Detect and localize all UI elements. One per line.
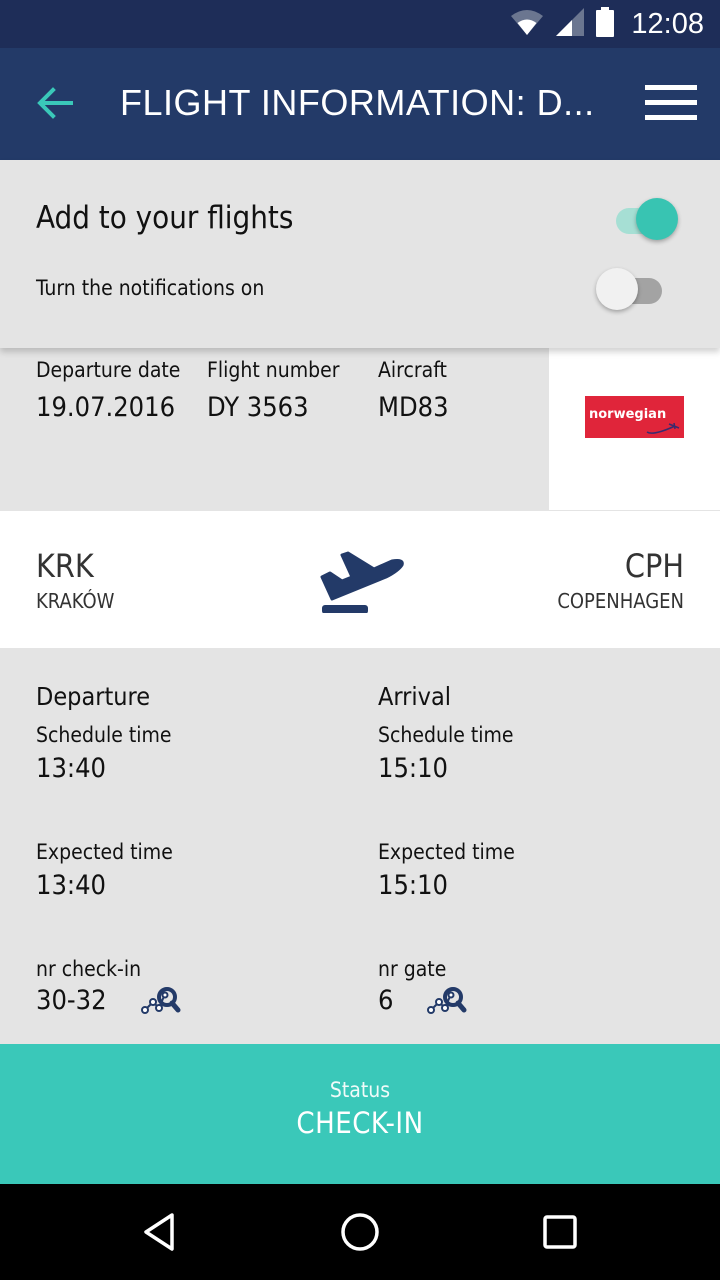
flight-status-panel: Status CHECK-IN [0, 1044, 720, 1184]
flight-info: Departure date 19.07.2016 Flight number … [0, 348, 720, 510]
add-to-flights-switch[interactable] [610, 197, 680, 241]
arrival-schedule-value: 15:10 [378, 753, 448, 784]
status-value: CHECK-IN [296, 1106, 424, 1140]
home-circle-icon [340, 1212, 380, 1256]
status-bar: 12:08 [0, 0, 720, 48]
arrival-expected-label: Expected time [378, 840, 515, 864]
nav-back-button[interactable] [136, 1210, 184, 1258]
departure-heading: Departure [36, 682, 151, 711]
status-label: Status [329, 1078, 391, 1102]
destination-code: CPH [624, 547, 684, 585]
times-panel: Departure Schedule time 13:40 Expected t… [0, 648, 720, 1044]
flight-number: Flight number DY 3563 [207, 358, 340, 423]
destination: CPH COPENHAGEN [557, 547, 684, 613]
arrival-expected-value: 15:10 [378, 870, 448, 901]
aircraft: Aircraft MD83 [378, 358, 449, 423]
gate-value: 6 [378, 985, 394, 1016]
notifications-switch[interactable] [594, 267, 664, 311]
departure-column: Departure Schedule time 13:40 Expected t… [36, 682, 181, 1016]
map-search-icon[interactable] [427, 986, 467, 1016]
arrival-heading: Arrival [378, 682, 452, 711]
gate-label: nr gate [378, 957, 447, 981]
back-button[interactable] [30, 80, 80, 130]
flight-number-label: Flight number [207, 358, 340, 382]
wifi-icon [509, 8, 545, 40]
back-triangle-icon [142, 1212, 178, 1256]
menu-button[interactable] [638, 80, 704, 130]
arrival-schedule-label: Schedule time [378, 723, 514, 747]
flight-takeoff-icon [312, 547, 408, 614]
nav-recents-button[interactable] [536, 1210, 584, 1258]
checkin-label: nr check-in [36, 957, 142, 981]
aircraft-label: Aircraft [378, 358, 447, 382]
departure-schedule-label: Schedule time [36, 723, 172, 747]
toggles-panel: Add to your flights Turn the notificatio… [0, 160, 720, 348]
arrival-column: Arrival Schedule time 15:10 Expected tim… [378, 682, 515, 1016]
page-title: FLIGHT INFORMATION: D... [120, 82, 595, 123]
departure-expected-value: 13:40 [36, 870, 106, 901]
departure-date: Departure date 19.07.2016 [36, 358, 180, 423]
map-search-icon[interactable] [140, 986, 181, 1016]
route-panel: KRK KRAKÓW CPH COPENHAGEN [0, 511, 720, 648]
recents-square-icon [542, 1214, 578, 1254]
battery-icon [595, 7, 615, 41]
departure-date-label: Departure date [36, 358, 181, 382]
origin-code: KRK [36, 547, 94, 585]
origin: KRK KRAKÓW [36, 547, 114, 613]
airline-logo: norwegian [585, 396, 684, 438]
add-to-flights-label: Add to your flights [36, 200, 294, 236]
cellular-signal-icon [555, 7, 585, 41]
airline-logo-box: norwegian [549, 348, 720, 510]
notifications-label: Turn the notifications on [36, 276, 265, 300]
switch-thumb [636, 198, 678, 240]
departure-schedule-value: 13:40 [36, 753, 106, 784]
switch-thumb [596, 268, 638, 310]
nav-home-button[interactable] [336, 1210, 384, 1258]
hamburger-menu-icon [645, 85, 697, 125]
origin-city: KRAKÓW [36, 589, 115, 613]
airline-swoosh-icon [646, 422, 680, 434]
arrow-left-icon [37, 87, 73, 123]
app-bar: FLIGHT INFORMATION: D... [0, 48, 720, 160]
checkin-value: 30-32 [36, 985, 107, 1016]
departure-date-value: 19.07.2016 [36, 392, 176, 423]
departure-expected-label: Expected time [36, 840, 173, 864]
clock: 12:08 [631, 7, 704, 40]
destination-city: COPENHAGEN [557, 589, 684, 613]
flight-number-value: DY 3563 [207, 392, 309, 423]
aircraft-value: MD83 [378, 392, 449, 423]
system-nav-bar [0, 1184, 720, 1280]
